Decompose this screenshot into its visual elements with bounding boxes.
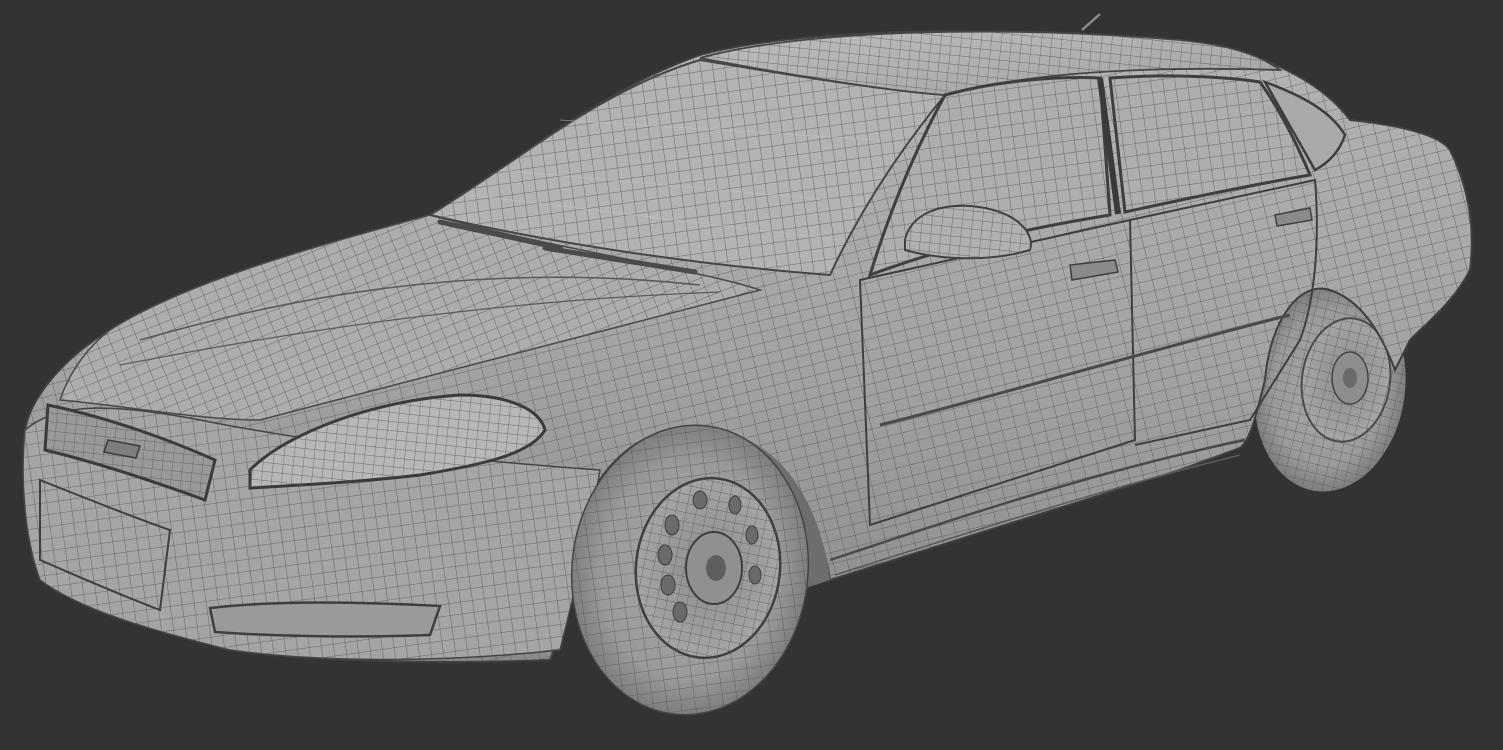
3d-viewport[interactable]: [0, 0, 1503, 750]
fog-light: [208, 601, 442, 638]
car-wireframe-render: [0, 0, 1503, 750]
